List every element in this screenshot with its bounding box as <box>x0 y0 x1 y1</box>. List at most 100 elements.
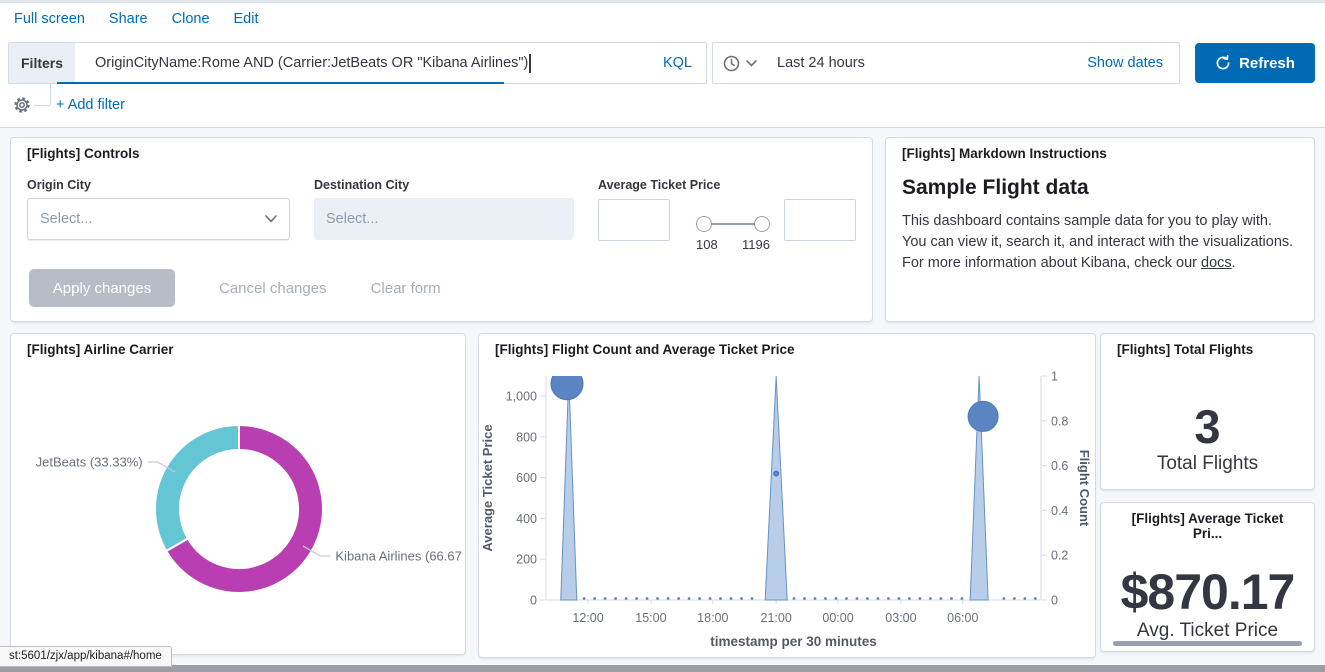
dashboard-top-nav: Full screen Share Clone Edit <box>14 11 259 27</box>
nav-full-screen[interactable]: Full screen <box>14 11 85 27</box>
zero-count-dot <box>919 597 922 600</box>
zero-count-dot <box>688 597 691 600</box>
chevron-down-icon <box>746 60 757 67</box>
avg-price-marker[interactable] <box>774 471 779 476</box>
time-range-value[interactable]: Last 24 hours <box>777 55 865 71</box>
kql-query-input[interactable]: OriginCityName:Rome AND (Carrier:JetBeat… <box>75 43 649 83</box>
zero-count-dot <box>845 597 848 600</box>
zero-count-dot <box>940 597 943 600</box>
kql-syntax-button[interactable]: KQL <box>649 43 706 83</box>
slice-callout-label: Kibana Airlines (66.67 <box>335 549 461 564</box>
add-filter-button[interactable]: + Add filter <box>56 97 125 113</box>
zero-count-dot <box>929 597 932 600</box>
flight-count-spike[interactable] <box>561 376 577 600</box>
nav-clone[interactable]: Clone <box>172 11 210 27</box>
refresh-button[interactable]: Refresh <box>1195 43 1315 83</box>
avg-price-marker[interactable] <box>551 368 583 400</box>
clock-icon <box>723 55 740 72</box>
panel-average-ticket-price: [Flights] Average Ticket Pri... $870.17 … <box>1100 502 1315 652</box>
show-dates-button[interactable]: Show dates <box>1087 55 1179 71</box>
left-tick-label: 600 <box>516 471 537 485</box>
zero-count-dot <box>950 597 953 600</box>
text-caret <box>529 54 531 73</box>
zero-count-dot <box>908 597 911 600</box>
panel-horizontal-scrollbar[interactable] <box>1113 641 1302 646</box>
price-max-input[interactable] <box>784 199 856 241</box>
zero-count-dot <box>646 597 649 600</box>
destination-city-placeholder: Select... <box>326 211 378 227</box>
docs-link[interactable]: docs <box>1201 255 1232 271</box>
panel-title: [Flights] Total Flights <box>1101 334 1269 357</box>
zero-count-dot <box>593 597 596 600</box>
left-tick-label: 200 <box>516 553 537 567</box>
slider-handle-min[interactable] <box>696 216 712 232</box>
panel-markdown-instructions: [Flights] Markdown Instructions Sample F… <box>885 137 1315 322</box>
apply-changes-button[interactable]: Apply changes <box>29 269 175 307</box>
zero-count-dot <box>835 597 838 600</box>
destination-city-label: Destination City <box>314 178 574 192</box>
zero-count-dot <box>803 597 806 600</box>
x-tick-label: 06:00 <box>947 611 978 625</box>
controls-buttons-row: Apply changes Cancel changes Clear form <box>29 269 441 307</box>
right-tick-label: 0 <box>1051 594 1058 608</box>
zero-count-dot <box>898 597 901 600</box>
zero-count-dot <box>656 597 659 600</box>
avg-price-marker[interactable] <box>968 401 998 431</box>
zero-count-dot <box>740 597 743 600</box>
x-axis-title: timestamp per 30 minutes <box>710 634 877 649</box>
markdown-heading: Sample Flight data <box>902 176 1298 200</box>
clear-form-button[interactable]: Clear form <box>371 280 441 297</box>
zero-count-dot <box>709 597 712 600</box>
zero-count-dot <box>698 597 701 600</box>
zero-count-dot <box>1002 597 1005 600</box>
total-flights-label: Total Flights <box>1157 453 1258 475</box>
zero-count-dot <box>751 597 754 600</box>
zero-count-dot <box>667 597 670 600</box>
slice-callout-label: JetBeats (33.33%) <box>36 454 143 469</box>
zero-count-dot <box>960 597 963 600</box>
zero-count-dot <box>677 597 680 600</box>
x-tick-label: 12:00 <box>572 611 603 625</box>
zero-count-dot <box>635 597 638 600</box>
origin-city-select[interactable]: Select... <box>27 198 290 240</box>
nav-edit[interactable]: Edit <box>234 11 259 27</box>
flight-count-spike[interactable] <box>765 376 787 600</box>
origin-city-placeholder: Select... <box>40 211 92 227</box>
chevron-down-icon <box>265 215 277 223</box>
airline-carrier-donut-chart[interactable]: Kibana Airlines (66.67 JetBeats (33.33%) <box>11 334 467 654</box>
zero-count-dot <box>866 597 869 600</box>
avg-ticket-price-label: Avg. Ticket Price <box>1137 620 1278 642</box>
flight-count-price-chart[interactable]: 02004006008001,00000.20.40.60.8112:0015:… <box>479 334 1097 657</box>
zero-count-dot <box>719 597 722 600</box>
left-tick-label: 0 <box>530 594 537 608</box>
cancel-changes-button[interactable]: Cancel changes <box>219 280 327 297</box>
slider-max-value: 1196 <box>742 237 770 252</box>
query-text: OriginCityName:Rome AND (Carrier:JetBeat… <box>95 55 528 71</box>
right-tick-label: 0.2 <box>1051 549 1068 563</box>
quick-time-menu-button[interactable] <box>713 43 767 83</box>
x-tick-label: 15:00 <box>635 611 666 625</box>
zero-count-dot <box>814 597 817 600</box>
input-focus-underline <box>57 82 504 84</box>
browser-status-url: st:5601/zjx/app/kibana#/home <box>0 646 172 667</box>
panel-total-flights: [Flights] Total Flights 3 Total Flights <box>1100 333 1315 490</box>
slider-handle-max[interactable] <box>754 216 770 232</box>
zero-count-dot <box>824 597 827 600</box>
x-tick-label: 18:00 <box>697 611 728 625</box>
panel-title: [Flights] Average Ticket Pri... <box>1101 503 1314 541</box>
right-tick-label: 0.4 <box>1051 504 1068 518</box>
price-min-input[interactable] <box>598 199 670 241</box>
origin-city-label: Origin City <box>27 178 290 192</box>
zero-count-dot <box>614 597 617 600</box>
panel-flights-controls: [Flights] Controls Origin City Select...… <box>10 137 873 322</box>
zero-count-dot <box>1023 597 1026 600</box>
markdown-body: This dashboard contains sample data for … <box>902 211 1300 274</box>
destination-city-select[interactable]: Select... <box>314 198 574 240</box>
zero-count-dot <box>793 597 796 600</box>
page-horizontal-scrollbar[interactable] <box>0 665 1325 672</box>
date-picker-bar: Last 24 hours Show dates <box>712 42 1180 84</box>
donut-slice-jetbeats[interactable] <box>155 425 239 551</box>
filter-options-gear-button[interactable] <box>13 96 31 114</box>
axis-lines <box>546 376 1041 600</box>
nav-share[interactable]: Share <box>109 11 148 27</box>
